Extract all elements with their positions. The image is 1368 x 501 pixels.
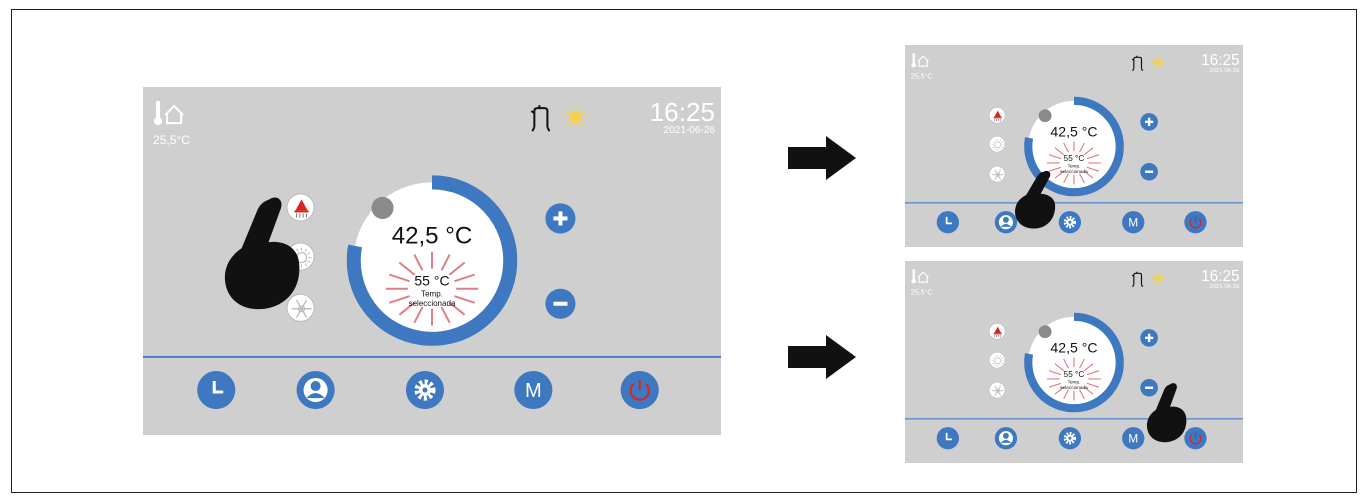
- gear-button[interactable]: [1058, 427, 1082, 450]
- temperature-dial[interactable]: 42,5 °C 55 °CTemp. seleccionada: [346, 175, 518, 346]
- thermostat-screen-main: 25,5°C 16:25 2021-06-26 42,5 °C 55 °C Temp. s…: [143, 87, 721, 435]
- thermostat-screen-step-2: 25,5°C 16:25 2021-06-26 42,5 °C 55 °C Temp. s…: [905, 261, 1243, 463]
- status-icons: [1131, 55, 1165, 72]
- room-temp-value: 25,5°C: [910, 287, 933, 297]
- plus-button[interactable]: [545, 203, 576, 234]
- clock-display: 16:25 2021-06-26: [1201, 52, 1239, 74]
- sun-mode-icon: [991, 354, 1004, 367]
- set-temp: 55 °C: [1064, 154, 1085, 163]
- sun-mode-icon: [991, 138, 1004, 151]
- arrow-icon: [788, 335, 856, 379]
- heat-mode-icon: [993, 326, 1002, 338]
- m-icon: M: [1128, 216, 1138, 229]
- m-icon: M: [525, 380, 542, 402]
- set-temp: 55 °C: [414, 273, 449, 289]
- plus-icon: [1145, 117, 1154, 126]
- minus-icon: [553, 301, 568, 306]
- pointing-hand-icon: [1146, 383, 1187, 443]
- plus-icon: [553, 211, 568, 226]
- boiler-icon: [1131, 55, 1144, 72]
- set-temp-label: Temp. seleccionada: [1060, 379, 1088, 391]
- plus-icon: [1145, 333, 1154, 342]
- heat-mode-icon: [993, 110, 1002, 122]
- gear-button[interactable]: [1058, 211, 1082, 234]
- clock-icon: [945, 216, 952, 225]
- time-text: 16:25: [1201, 266, 1240, 285]
- m-label: M: [525, 380, 542, 402]
- separator-line: [905, 418, 1243, 420]
- set-temp-label: Temp. seleccionada: [408, 289, 456, 308]
- clock-button[interactable]: [936, 427, 959, 450]
- clock-icon: [212, 381, 224, 394]
- clock-button[interactable]: [197, 370, 236, 410]
- thermostat-screen-step-1: 25,5°C 16:25 2021-06-26 42,5 °C 55 °C Temp. s…: [905, 45, 1243, 247]
- snowflake-mode-button[interactable]: [988, 381, 1006, 399]
- gear-icon: [1063, 432, 1077, 445]
- m-label: M: [1128, 432, 1138, 445]
- boiler-icon: [1131, 271, 1144, 288]
- boiler-icon: [530, 105, 551, 132]
- clock-button[interactable]: [936, 211, 959, 234]
- arrow-icon: [788, 136, 856, 180]
- status-icons: [1131, 271, 1165, 288]
- separator-line: [905, 202, 1243, 204]
- clock-icon: [945, 432, 952, 441]
- current-temp: 42,5 °C: [1050, 124, 1097, 140]
- minus-button[interactable]: [1140, 162, 1158, 181]
- minus-button[interactable]: [545, 288, 576, 319]
- power-icon: [1189, 216, 1202, 229]
- set-temp: 55 °C: [1064, 370, 1085, 379]
- gear-button[interactable]: [405, 370, 445, 410]
- m-button[interactable]: M: [514, 370, 553, 410]
- room-temperature: 25,5°C: [910, 52, 933, 81]
- gear-icon: [414, 379, 436, 401]
- user-button[interactable]: [296, 370, 335, 410]
- heat-mode-button[interactable]: [988, 323, 1006, 340]
- room-temp-value: 25,5°C: [153, 133, 190, 148]
- time-text: 16:25: [649, 97, 715, 128]
- home-thermometer-icon: [911, 269, 929, 284]
- home-thermometer-icon: [911, 53, 929, 68]
- sun-icon: [1150, 271, 1165, 286]
- power-button[interactable]: [620, 370, 659, 410]
- sun-mode-button[interactable]: [988, 351, 1006, 369]
- minus-icon: [1145, 170, 1154, 173]
- separator-line: [143, 355, 721, 358]
- user-button[interactable]: [994, 427, 1018, 450]
- gear-icon: [1063, 216, 1077, 229]
- plus-button[interactable]: [1140, 113, 1158, 131]
- room-temperature: 25,5°C: [910, 268, 933, 297]
- sun-icon: [563, 105, 588, 130]
- heat-mode-button[interactable]: [988, 107, 1006, 124]
- clock-display: 16:25 2021-06-26: [650, 99, 715, 136]
- home-thermometer-icon: [154, 101, 184, 126]
- dial-handle[interactable]: [1038, 109, 1052, 123]
- snowflake-mode-icon: [991, 385, 1004, 396]
- clock-display: 16:25 2021-06-26: [1201, 268, 1239, 290]
- time-text: 16:25: [1201, 50, 1240, 69]
- current-temp: 42,5 °C: [392, 223, 473, 250]
- room-temp-value: 25,5°C: [910, 71, 933, 81]
- temperature-dial[interactable]: 42,5 °C 55 °CTemp. seleccionada: [1024, 312, 1124, 413]
- plus-button[interactable]: [1140, 329, 1158, 347]
- m-label: M: [1128, 216, 1138, 229]
- power-icon: [629, 380, 650, 401]
- current-temp: 42,5 °C: [1050, 340, 1097, 356]
- sun-icon: [1150, 55, 1165, 70]
- snowflake-mode-button[interactable]: [988, 165, 1006, 183]
- snowflake-mode-icon: [991, 169, 1004, 180]
- m-button[interactable]: M: [1122, 211, 1145, 234]
- pointing-hand-icon: [224, 197, 300, 310]
- dial-handle[interactable]: [1038, 325, 1052, 339]
- room-temperature: 25,5°C: [153, 99, 190, 147]
- user-icon: [303, 378, 328, 403]
- sun-mode-button[interactable]: [988, 135, 1006, 153]
- status-icons: [530, 105, 588, 132]
- user-icon: [998, 431, 1013, 446]
- dial-handle[interactable]: [371, 196, 394, 219]
- pointing-hand-icon: [1015, 170, 1056, 229]
- power-button[interactable]: [1184, 211, 1207, 234]
